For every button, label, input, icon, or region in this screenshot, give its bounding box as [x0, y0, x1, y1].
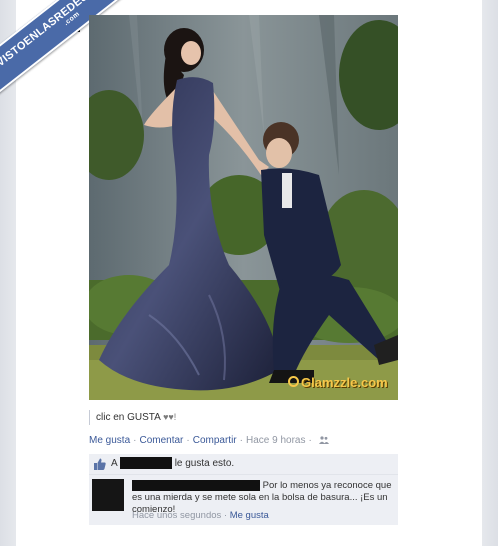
thumbs-up-icon [94, 458, 106, 470]
like-link[interactable]: Me gusta [89, 435, 130, 446]
action-separator: · [239, 435, 243, 446]
likes-summary: A le gusta esto. [111, 454, 234, 474]
post-actions: Me gusta · Comentar · Compartir · Hace 9 horas… [89, 435, 329, 447]
watermark-logo-icon [288, 376, 299, 387]
post-photo[interactable] [89, 15, 398, 400]
comment-meta: Hace unos segundos · Me gusta [132, 510, 269, 521]
likes-prefix: A [111, 458, 118, 469]
likes-suffix: le gusta esto. [174, 458, 235, 469]
action-separator: · [308, 435, 312, 446]
photo-watermark: Glamzzle.com [301, 375, 388, 390]
likes-bar: A le gusta esto. [89, 454, 398, 475]
caption-hearts: ♥♥! [163, 412, 177, 422]
share-link[interactable]: Compartir [193, 435, 237, 446]
post-caption: clic en GUSTA ♥♥! [89, 410, 176, 425]
comment-avatar[interactable] [92, 479, 124, 511]
action-separator: · [186, 435, 190, 446]
redacted-name[interactable] [119, 457, 172, 470]
comment-timestamp[interactable]: Hace unos segundos [132, 510, 221, 521]
comment-meta-separator: · [223, 510, 228, 521]
comment: Por lo menos ya reconoce que es una mier… [89, 475, 398, 525]
comment-link[interactable]: Comentar [139, 435, 183, 446]
audience-friends-icon[interactable] [318, 436, 329, 444]
comment-like-link[interactable]: Me gusta [230, 510, 269, 521]
redacted-commenter-name[interactable] [132, 480, 260, 491]
caption-text: clic en GUSTA [96, 412, 161, 423]
post-timestamp[interactable]: Hace 9 horas [246, 435, 305, 446]
photo-illustration [89, 15, 398, 400]
